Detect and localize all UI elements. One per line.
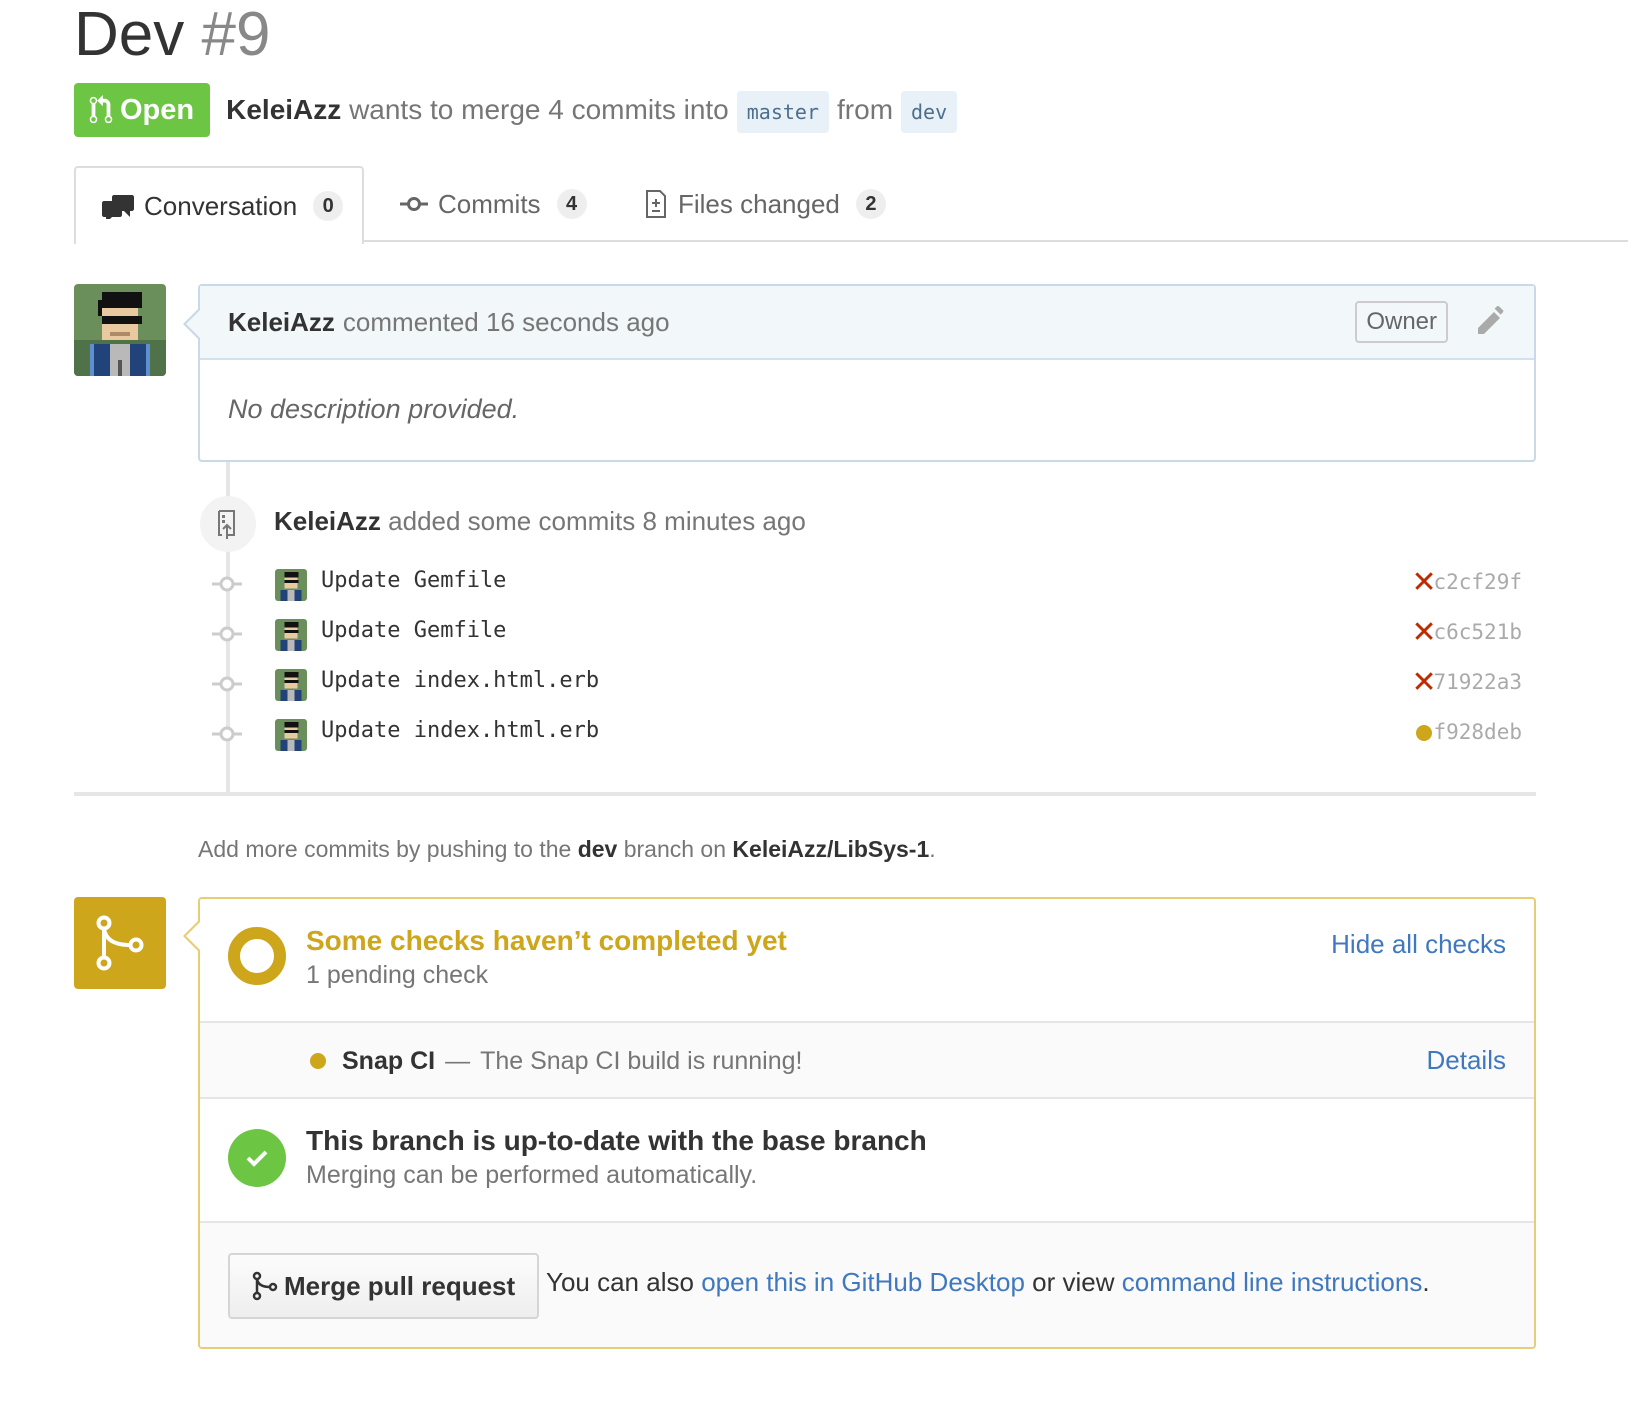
tab-files-changed[interactable]: Files changed 2 (644, 166, 886, 242)
pr-title: Dev #9 (74, 0, 270, 70)
or-text: or view (1032, 1267, 1115, 1297)
merge-button-label: Merge pull request (284, 1270, 516, 1301)
commit-row: Update index.html.erb ✕ 71922a3 (212, 666, 1522, 706)
tab-conversation[interactable]: Conversation 0 (74, 166, 364, 244)
hint-middle: branch on (623, 836, 727, 862)
x-icon[interactable]: ✕ (1411, 618, 1436, 648)
git-commit-icon (212, 672, 242, 701)
pr-meta: Open KeleiAzz wants to merge 4 commits i… (74, 83, 965, 137)
x-icon[interactable]: ✕ (1411, 568, 1436, 598)
owner-badge: Owner (1355, 301, 1448, 343)
commit-row: Update index.html.erb f928deb (212, 716, 1522, 756)
check-description: The Snap CI build is running! (480, 1046, 803, 1075)
pr-title-text: Dev (74, 0, 185, 69)
pending-dot-icon[interactable] (1412, 718, 1436, 748)
commit-avatar[interactable] (275, 569, 307, 601)
commit-sha[interactable]: c6c521b (1433, 620, 1522, 644)
tab-commits[interactable]: Commits 4 (400, 166, 587, 242)
also-suffix: . (1422, 1267, 1430, 1297)
from-text: from (837, 94, 894, 125)
git-merge-icon (252, 1271, 278, 1301)
git-merge-icon (74, 897, 166, 989)
push-text: added some commits 8 minutes ago (388, 506, 806, 536)
commit-message[interactable]: Update index.html.erb (321, 718, 599, 743)
command-line-link[interactable]: command line instructions (1122, 1267, 1423, 1297)
push-hint: Add more commits by pushing to the dev b… (198, 836, 936, 863)
merge-box-arrow-inner (186, 922, 200, 950)
comment-timestamp[interactable]: commented 16 seconds ago (343, 307, 670, 338)
tab-counter: 2 (855, 189, 886, 219)
git-pull-request-icon (89, 95, 113, 124)
check-row: Snap CI — The Snap CI build is running! (310, 1041, 803, 1081)
pencil-icon[interactable] (1478, 306, 1506, 341)
branch-status-subtitle: Merging can be performed automatically. (306, 1161, 758, 1189)
branch-status: This branch is up-to-date with the base … (200, 1099, 1534, 1223)
pr-number: #9 (201, 0, 271, 69)
push-author[interactable]: KeleiAzz (274, 506, 381, 536)
comment-box: KeleiAzz commented 16 seconds ago Owner … (198, 284, 1536, 462)
comment-body: No description provided. (228, 394, 520, 424)
commit-sha[interactable]: 71922a3 (1433, 670, 1522, 694)
pr-tabs: Conversation 0 Commits 4 Files changed 2 (74, 166, 1628, 244)
git-commit-icon (212, 572, 242, 601)
commit-avatar[interactable] (275, 669, 307, 701)
hint-prefix: Add more commits by pushing to the (198, 836, 572, 862)
commit-avatar[interactable] (275, 719, 307, 751)
merge-button[interactable]: Merge pull request (228, 1253, 540, 1319)
hint-branch: dev (577, 836, 618, 862)
checks-subtitle: 1 pending check (306, 961, 489, 989)
head-branch[interactable]: dev (901, 91, 958, 133)
commit-sha[interactable]: c2cf29f (1433, 570, 1522, 594)
author-link[interactable]: KeleiAzz (226, 94, 341, 125)
avatar[interactable] (74, 284, 166, 376)
merge-actions: Merge pull request You can also open thi… (200, 1223, 1534, 1347)
pending-dot-icon (310, 1053, 326, 1069)
hint-repo: KeleiAzz/LibSys-1 (732, 836, 930, 862)
diff-icon (644, 188, 668, 220)
commit-message[interactable]: Update Gemfile (321, 568, 506, 593)
branch-status-title: This branch is up-to-date with the base … (306, 1125, 927, 1156)
commit-row: Update Gemfile ✕ c2cf29f (212, 566, 1522, 606)
commit-row: Update Gemfile ✕ c6c521b (212, 616, 1522, 656)
tab-counter: 4 (556, 189, 587, 219)
commit-message[interactable]: Update Gemfile (321, 618, 506, 643)
check-item: Snap CI — The Snap CI build is running! … (200, 1023, 1534, 1099)
details-link[interactable]: Details (1427, 1045, 1506, 1076)
checks-summary: Some checks haven’t completed yet 1 pend… (200, 899, 1534, 1023)
git-commit-icon (400, 196, 428, 212)
x-icon[interactable]: ✕ (1411, 668, 1436, 698)
base-branch[interactable]: master (736, 91, 830, 133)
repo-push-icon (200, 496, 256, 552)
commit-avatar[interactable] (275, 619, 307, 651)
comment-author[interactable]: KeleiAzz (228, 307, 335, 338)
comment-header: KeleiAzz commented 16 seconds ago Owner (200, 286, 1534, 360)
tab-label: Conversation (144, 190, 298, 221)
tab-counter: 0 (313, 191, 344, 221)
checks-title: Some checks haven’t completed yet (306, 925, 787, 956)
state-badge: Open (74, 83, 211, 137)
merge-description: KeleiAzz wants to merge 4 commits into (226, 94, 729, 126)
also-prefix: You can also (546, 1267, 694, 1297)
push-event: KeleiAzz added some commits 8 minutes ag… (274, 506, 806, 537)
github-desktop-link[interactable]: open this in GitHub Desktop (701, 1267, 1025, 1297)
comment-arrow-inner (186, 310, 200, 338)
check-separator: — (445, 1046, 471, 1075)
merge-box: Some checks haven’t completed yet 1 pend… (198, 897, 1536, 1349)
commit-message[interactable]: Update index.html.erb (321, 668, 599, 693)
commit-sha[interactable]: f928deb (1433, 720, 1522, 744)
merge-alternatives: You can also open this in GitHub Desktop… (546, 1267, 1430, 1298)
hint-suffix: . (929, 836, 936, 862)
tab-label: Files changed (678, 188, 840, 219)
git-commit-icon (212, 722, 242, 751)
git-commit-icon (212, 622, 242, 651)
pending-ring-icon (228, 927, 286, 985)
timeline-separator (74, 792, 1536, 796)
merge-text: wants to merge 4 commits into (349, 94, 729, 125)
hide-checks-link[interactable]: Hide all checks (1331, 929, 1506, 960)
check-icon (228, 1129, 286, 1187)
tab-label: Commits (438, 188, 541, 219)
comment-discussion-icon (102, 193, 134, 219)
check-name: Snap CI (342, 1046, 436, 1075)
state-label: Open (120, 93, 195, 126)
